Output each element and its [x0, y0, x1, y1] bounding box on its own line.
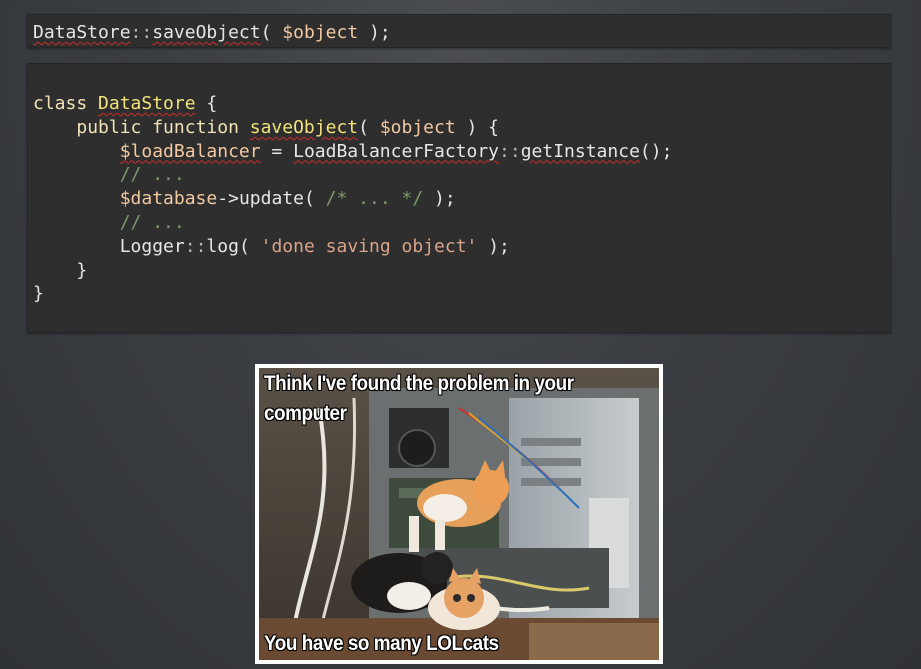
code-line: // ... [33, 211, 890, 235]
method-name-token: update [238, 188, 304, 210]
meme-caption-top-line-1: Think I've found the problem in your [264, 372, 574, 395]
lolcat-meme-image: Think I've found the problem in your com… [255, 364, 663, 664]
code-line: } [33, 259, 88, 281]
method-name-token: saveObject [152, 22, 261, 43]
paren-token: ); [477, 235, 510, 257]
scope-operator-token: :: [184, 235, 207, 257]
operator-token: = [260, 140, 294, 162]
code-line: $database->update( /* ... */ ); [33, 187, 890, 211]
code-line: } [33, 283, 44, 305]
class-name-token: Logger [119, 235, 185, 257]
paren-token: ( [303, 188, 326, 210]
scope-operator-token: :: [499, 140, 521, 162]
variable-token: $loadBalancer [119, 140, 261, 162]
method-name-token: log [206, 235, 239, 257]
code-line: class DataStore { [33, 92, 890, 116]
keyword-token: public function [76, 116, 250, 138]
method-name-token: saveObject [249, 116, 359, 138]
code-snippet-call: DataStore::saveObject( $object ); [27, 14, 891, 48]
code-snippet-class: class DataStore { public function saveOb… [27, 63, 891, 333]
paren-token: (); [639, 140, 673, 162]
comment-token: /* ... */ [325, 188, 424, 210]
method-name-token: getInstance [520, 140, 640, 162]
comment-token: // ... [119, 211, 185, 233]
code-line: $loadBalancer = LoadBalancerFactory::get… [33, 140, 890, 164]
paren-token: ) { [455, 116, 500, 138]
meme-caption-top-line-2: computer [264, 402, 347, 425]
paren-token: ( [358, 116, 380, 138]
code-line: public function saveObject( $object ) { [33, 116, 890, 140]
keyword-token: class [33, 93, 99, 114]
paren-token: ( [260, 22, 283, 43]
variable-token: $object [379, 116, 456, 138]
brace-token: { [195, 93, 218, 114]
class-name-token: DataStore [98, 93, 196, 114]
scope-operator-token: :: [130, 22, 153, 43]
string-token: 'done saving object' [260, 235, 478, 257]
meme-caption-bottom: You have so many LOLcats [264, 632, 499, 655]
code-line: // ... [33, 163, 890, 187]
paren-token: ); [423, 188, 456, 210]
paren-token: ); [358, 22, 391, 43]
variable-token: $database [119, 188, 218, 210]
code-line: Logger::log( 'done saving object' ); [33, 235, 890, 259]
paren-token: ( [238, 235, 261, 257]
code-line: DataStore::saveObject( $object ); [33, 21, 890, 45]
class-name-token: LoadBalancerFactory [293, 140, 500, 162]
operator-token: -> [217, 188, 239, 210]
comment-token: // ... [119, 164, 185, 186]
class-name-token: DataStore [33, 22, 131, 43]
variable-token: $object [282, 22, 359, 43]
